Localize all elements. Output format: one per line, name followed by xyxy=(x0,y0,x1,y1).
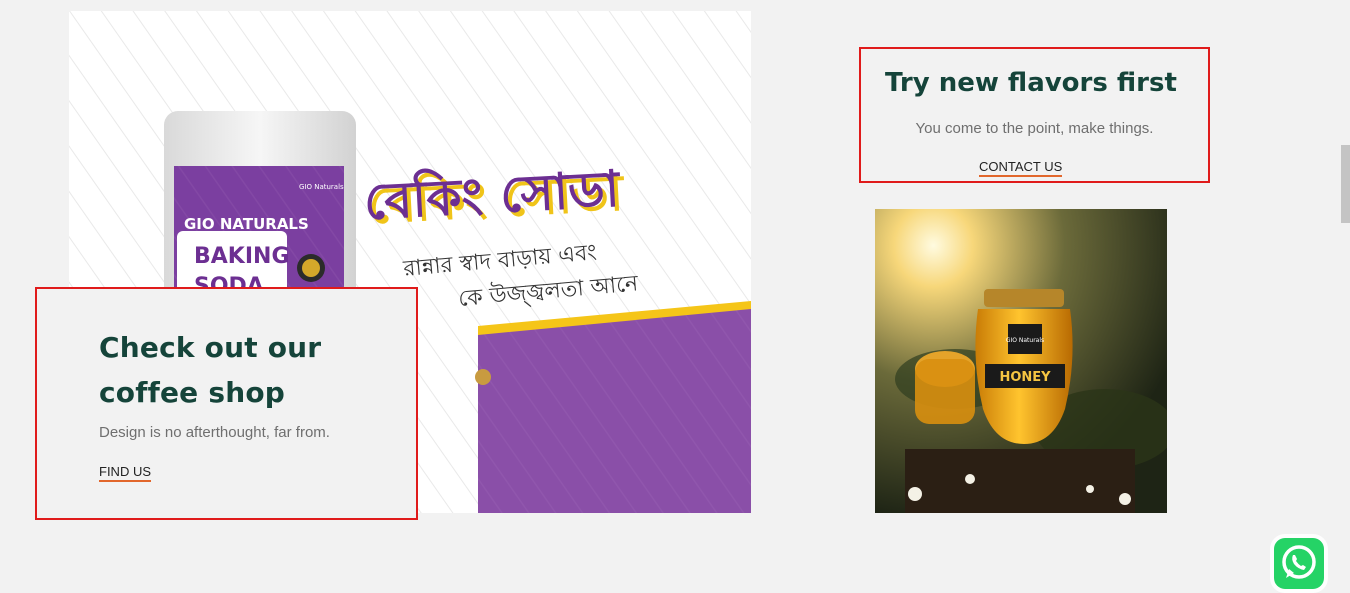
flavors-title: Try new flavors first xyxy=(885,68,1177,98)
coffee-shop-subtitle: Design is no afterthought, far from. xyxy=(99,424,330,441)
contact-us-link[interactable]: CONTACT US xyxy=(979,159,1063,177)
honey-product-image: GIO Naturals HONEY xyxy=(875,209,1167,513)
flavors-card: Try new flavors first You come to the po… xyxy=(859,47,1210,183)
jar-brand: GIO Naturals xyxy=(1006,337,1044,344)
flavors-subtitle: You come to the point, make things. xyxy=(915,120,1154,137)
page-scrollbar[interactable] xyxy=(1338,0,1350,589)
page-scrollbar-thumb[interactable] xyxy=(1341,145,1350,223)
pouch-name-1: BAKING xyxy=(194,244,290,269)
whatsapp-icon xyxy=(1282,545,1316,579)
find-us-link[interactable]: FIND US xyxy=(99,464,151,482)
jar-label: HONEY xyxy=(999,370,1051,385)
honey-artwork: GIO Naturals HONEY xyxy=(875,209,1167,513)
pouch-logo: GIO Naturals xyxy=(299,183,344,191)
whatsapp-button[interactable] xyxy=(1274,538,1324,589)
pouch-brand: GIO NATURALS xyxy=(184,215,309,233)
coffee-shop-card: Check out our coffee shop Design is no a… xyxy=(35,287,418,520)
coffee-shop-title: Check out our coffee shop xyxy=(99,331,322,409)
